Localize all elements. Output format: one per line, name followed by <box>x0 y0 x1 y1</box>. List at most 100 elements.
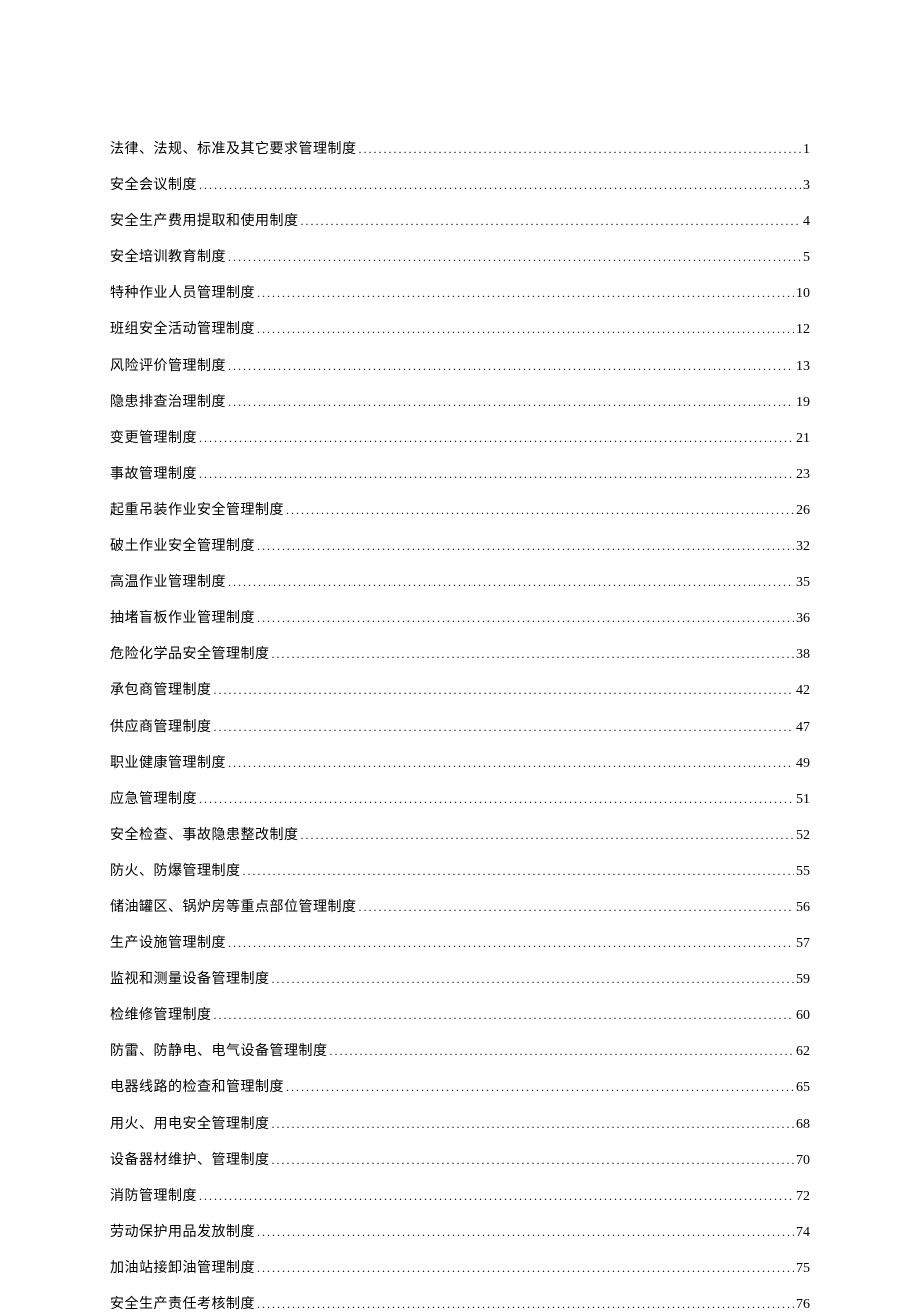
toc-title: 风险评价管理制度 <box>110 357 226 377</box>
toc-page-number: 65 <box>796 1078 810 1098</box>
toc-entry: 加油站接卸油管理制度 75 <box>110 1259 810 1279</box>
toc-page-number: 55 <box>796 862 810 882</box>
toc-leader-dots <box>214 1007 795 1024</box>
toc-entry: 法律、法规、标准及其它要求管理制度1 <box>110 140 810 160</box>
toc-title: 检维修管理制度 <box>110 1006 212 1026</box>
toc-title: 防雷、防静电、电气设备管理制度 <box>110 1042 328 1062</box>
toc-entry: 安全培训教育制度5 <box>110 248 810 268</box>
toc-entry: 电器线路的检查和管理制度 65 <box>110 1078 810 1098</box>
toc-title: 消防管理制度 <box>110 1187 197 1207</box>
toc-page-number: 26 <box>796 501 810 521</box>
toc-title: 危险化学品安全管理制度 <box>110 645 270 665</box>
toc-entry: 防火、防爆管理制度55 <box>110 862 810 882</box>
toc-leader-dots <box>257 285 794 302</box>
toc-leader-dots <box>243 863 795 880</box>
toc-leader-dots <box>214 719 795 736</box>
toc-leader-dots <box>330 1043 795 1060</box>
toc-leader-dots <box>257 321 794 338</box>
toc-page-number: 5 <box>803 248 810 268</box>
toc-title: 安全生产责任考核制度 <box>110 1295 255 1315</box>
toc-leader-dots <box>257 538 794 555</box>
toc-leader-dots <box>199 1188 794 1205</box>
toc-entry: 监视和测量设备管理制度59 <box>110 970 810 990</box>
toc-entry: 高温作业管理制度35 <box>110 573 810 593</box>
toc-leader-dots <box>214 682 795 699</box>
toc-page-number: 51 <box>796 790 810 810</box>
toc-leader-dots <box>228 574 794 591</box>
toc-page-number: 23 <box>796 465 810 485</box>
toc-page-number: 4 <box>803 212 810 232</box>
toc-leader-dots <box>272 1152 795 1169</box>
toc-leader-dots <box>301 213 802 230</box>
toc-entry: 破土作业安全管理制度 32 <box>110 537 810 557</box>
toc-leader-dots <box>272 1116 795 1133</box>
toc-entry: 变更管理制度 21 <box>110 429 810 449</box>
toc-page-number: 57 <box>796 934 810 954</box>
toc-page-number: 59 <box>796 970 810 990</box>
toc-title: 安全检查、事故隐患整改制度 <box>110 826 299 846</box>
toc-page-number: 47 <box>796 718 810 738</box>
toc-title: 劳动保护用品发放制度 <box>110 1223 255 1243</box>
toc-entry: 用火、用电安全管理制度 68 <box>110 1115 810 1135</box>
toc-entry: 消防管理制度 72 <box>110 1187 810 1207</box>
toc-leader-dots <box>257 1260 794 1277</box>
toc-page-number: 49 <box>796 754 810 774</box>
toc-entry: 应急管理制度51 <box>110 790 810 810</box>
toc-leader-dots <box>199 791 794 808</box>
toc-page-number: 75 <box>796 1259 810 1279</box>
toc-entry: 安全生产费用提取和使用制度4 <box>110 212 810 232</box>
toc-leader-dots <box>228 358 794 375</box>
toc-leader-dots <box>199 430 794 447</box>
toc-leader-dots <box>199 466 794 483</box>
toc-leader-dots <box>228 249 801 266</box>
toc-title: 加油站接卸油管理制度 <box>110 1259 255 1279</box>
toc-entry: 风险评价管理制度 13 <box>110 357 810 377</box>
toc-page-number: 1 <box>803 140 810 160</box>
toc-leader-dots <box>257 1296 794 1313</box>
toc-entry: 职业健康管理制度49 <box>110 754 810 774</box>
toc-page-number: 70 <box>796 1151 810 1171</box>
toc-leader-dots <box>272 971 795 988</box>
toc-title: 生产设施管理制度 <box>110 934 226 954</box>
toc-leader-dots <box>272 646 795 663</box>
toc-page-number: 60 <box>796 1006 810 1026</box>
toc-page-number: 62 <box>796 1042 810 1062</box>
toc-entry: 安全检查、事故隐患整改制度52 <box>110 826 810 846</box>
toc-entry: 供应商管理制度 47 <box>110 718 810 738</box>
toc-title: 破土作业安全管理制度 <box>110 537 255 557</box>
toc-title: 设备器材维护、管理制度 <box>110 1151 270 1171</box>
toc-entry: 事故管理制度 23 <box>110 465 810 485</box>
toc-page-number: 32 <box>796 537 810 557</box>
toc-leader-dots <box>257 1224 794 1241</box>
toc-leader-dots <box>228 755 794 772</box>
toc-entry: 隐患排查治理制度19 <box>110 393 810 413</box>
toc-page-number: 3 <box>803 176 810 196</box>
toc-title: 事故管理制度 <box>110 465 197 485</box>
toc-title: 安全会议制度 <box>110 176 197 196</box>
toc-page-number: 36 <box>796 609 810 629</box>
table-of-contents: 法律、法规、标准及其它要求管理制度1 安全会议制度 3 安全生产费用提取和使用制度4 安… <box>110 140 810 1315</box>
toc-entry: 生产设施管理制度 57 <box>110 934 810 954</box>
toc-entry: 安全生产责任考核制度76 <box>110 1295 810 1315</box>
toc-page-number: 35 <box>796 573 810 593</box>
toc-entry: 班组安全活动管理制度12 <box>110 320 810 340</box>
toc-entry: 防雷、防静电、电气设备管理制度 62 <box>110 1042 810 1062</box>
toc-page-number: 72 <box>796 1187 810 1207</box>
toc-leader-dots <box>359 141 802 158</box>
toc-page-number: 21 <box>796 429 810 449</box>
toc-page-number: 19 <box>796 393 810 413</box>
toc-title: 用火、用电安全管理制度 <box>110 1115 270 1135</box>
toc-leader-dots <box>257 610 794 627</box>
toc-entry: 设备器材维护、管理制度 70 <box>110 1151 810 1171</box>
toc-page-number: 56 <box>796 898 810 918</box>
toc-entry: 危险化学品安全管理制度 38 <box>110 645 810 665</box>
toc-page-number: 68 <box>796 1115 810 1135</box>
toc-title: 电器线路的检查和管理制度 <box>110 1078 284 1098</box>
toc-page-number: 74 <box>796 1223 810 1243</box>
toc-title: 变更管理制度 <box>110 429 197 449</box>
toc-entry: 承包商管理制度42 <box>110 681 810 701</box>
toc-title: 供应商管理制度 <box>110 718 212 738</box>
toc-page-number: 38 <box>796 645 810 665</box>
toc-entry: 起重吊装作业安全管理制度26 <box>110 501 810 521</box>
toc-page-number: 13 <box>796 357 810 377</box>
